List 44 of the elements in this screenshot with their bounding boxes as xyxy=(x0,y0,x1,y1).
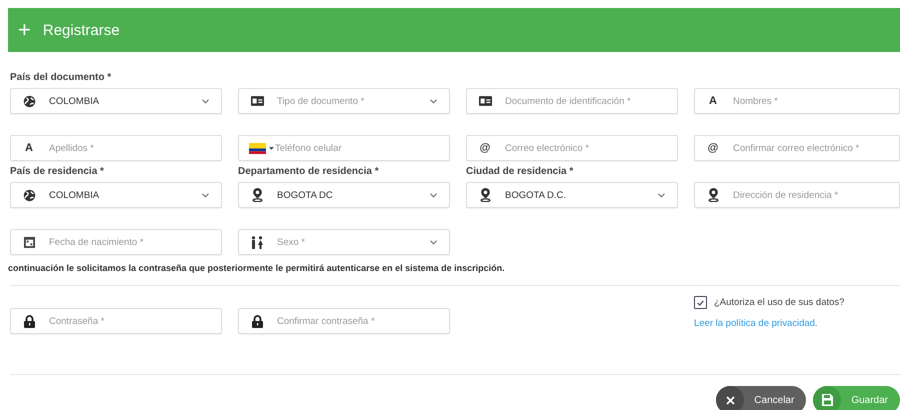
close-icon xyxy=(726,396,735,404)
location-pin-icon xyxy=(708,188,718,202)
chevron-down-icon xyxy=(430,240,437,244)
input-field[interactable]: Contraseña * xyxy=(10,308,222,334)
input-field[interactable]: Confirmar contraseña * xyxy=(238,308,450,334)
field-label: Departamento de residencia * xyxy=(238,166,379,178)
letter-icon: A xyxy=(705,88,721,114)
id-card-icon xyxy=(250,96,264,106)
letter-icon: A xyxy=(21,135,37,161)
location-pin-icon xyxy=(480,188,490,202)
instruction-text: continuación le solicitamos la contraseña que posteriormente le permitirá autenticarse en el sistema de inscripción. xyxy=(8,263,505,273)
colombia-flag-icon xyxy=(249,142,266,154)
checkbox[interactable] xyxy=(694,296,707,309)
lock-icon xyxy=(24,314,34,328)
field-label: País de residencia * xyxy=(10,166,104,178)
plus-icon: + xyxy=(18,19,31,41)
chevron-down-icon xyxy=(202,192,209,198)
id-card-icon xyxy=(478,96,492,106)
chevron-down-icon xyxy=(202,98,209,104)
input-field[interactable]: Documento de identificación * xyxy=(466,88,678,114)
caret-icon xyxy=(269,146,274,150)
input-field[interactable]: Fecha de nacimiento * xyxy=(10,229,222,255)
globe-icon xyxy=(22,188,36,202)
lock-icon xyxy=(252,314,262,328)
dropdown[interactable]: COLOMBIA xyxy=(10,182,222,208)
at-icon: @ xyxy=(705,135,721,161)
dropdown[interactable]: BOGOTA D.C. xyxy=(466,182,678,208)
field-label: Ciudad de residencia * xyxy=(466,166,574,178)
window-title: Registrarse xyxy=(42,22,120,38)
dropdown[interactable]: BOGOTA DC xyxy=(238,182,450,208)
globe-icon xyxy=(22,94,36,108)
chevron-down-icon xyxy=(430,192,437,198)
dropdown[interactable]: COLOMBIA xyxy=(10,88,222,114)
people-icon xyxy=(250,236,264,248)
location-pin-icon xyxy=(252,188,262,202)
input-field[interactable]: Dirección de residencia * xyxy=(694,182,900,208)
chevron-down-icon xyxy=(658,192,665,198)
field-label: País del documento * xyxy=(10,72,112,84)
chevron-down-icon xyxy=(430,98,437,104)
cancel-button[interactable]: Cancelar xyxy=(716,386,806,410)
phone-field[interactable]: Teléfono celular xyxy=(238,135,450,161)
at-icon: @ xyxy=(477,135,493,161)
checkbox-label: ¿Autoriza el uso de sus datos? xyxy=(714,297,844,308)
save-icon xyxy=(822,394,833,406)
